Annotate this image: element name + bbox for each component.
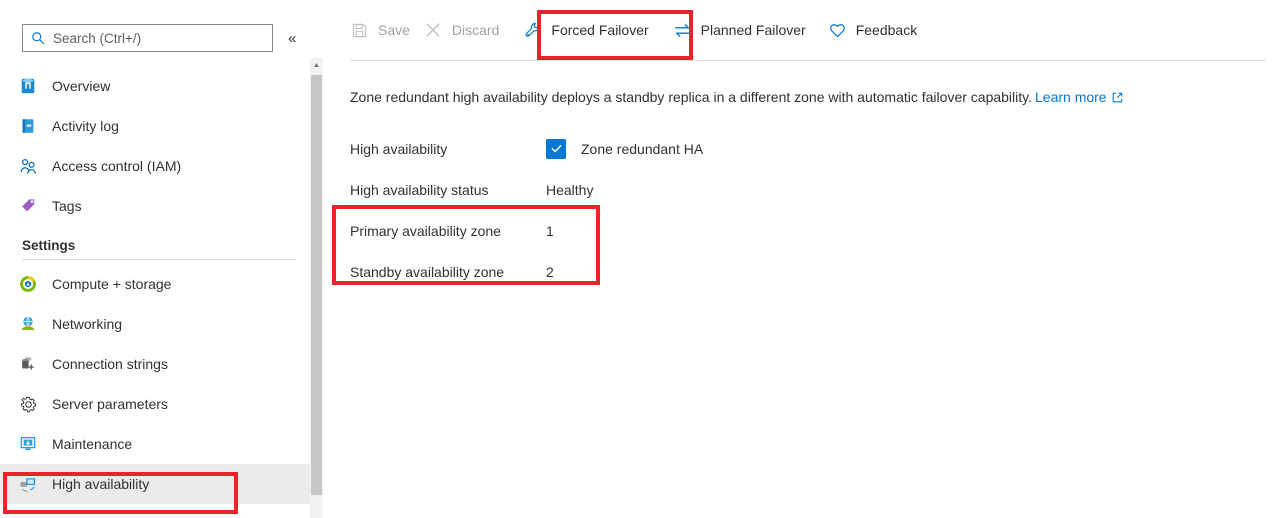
field-value: 2	[546, 263, 554, 280]
access-control-icon	[18, 156, 38, 176]
sidebar-item-activity-log[interactable]: Activity log	[0, 106, 310, 146]
connection-strings-icon	[18, 354, 38, 374]
toolbar-item-label: Planned Failover	[700, 22, 806, 38]
status-value: Healthy	[546, 181, 594, 198]
high-availability-icon	[18, 474, 38, 494]
forced-failover-button[interactable]: Forced Failover	[523, 12, 649, 48]
toolbar-item-label: Discard	[451, 22, 500, 38]
sidebar-item-label: Activity log	[52, 118, 119, 134]
field-value: 1	[546, 222, 554, 239]
swap-arrows-icon	[673, 21, 692, 40]
checkbox-label: Zone redundant HA	[581, 140, 704, 157]
sidebar-scrollbar[interactable]: ▲	[310, 58, 323, 518]
sidebar-item-compute-storage[interactable]: Compute + storage	[0, 264, 310, 304]
collapse-sidebar-button[interactable]: «	[283, 27, 302, 49]
sidebar-nav: Overview Activity log Access control (IA…	[0, 66, 310, 504]
sidebar-item-label: Tags	[52, 198, 82, 214]
scroll-up-arrow-icon[interactable]: ▲	[310, 58, 323, 72]
learn-more-link[interactable]: Learn more	[1035, 89, 1107, 105]
save-button[interactable]: Save	[350, 12, 410, 48]
sidebar-item-server-parameters[interactable]: Server parameters	[0, 384, 310, 424]
search-box[interactable]	[22, 24, 273, 52]
heart-icon	[828, 21, 847, 40]
save-icon	[350, 21, 369, 40]
sidebar-group-divider	[22, 259, 296, 260]
sidebar-item-label: Maintenance	[52, 436, 133, 452]
high-availability-form: High availability Zone redundant HA High…	[350, 128, 703, 292]
compute-storage-icon	[18, 274, 38, 294]
command-toolbar: Save Discard Forced Failover Planned Fai…	[324, 0, 1283, 60]
zone-redundant-ha-checkbox[interactable]	[546, 138, 566, 159]
planned-failover-button[interactable]: Planned Failover	[673, 12, 806, 48]
form-row-standby-availability-zone: Standby availability zone 2	[350, 251, 703, 292]
sidebar-item-label: Server parameters	[52, 396, 168, 412]
gear-icon	[18, 394, 38, 414]
azure-portal-high-availability-page: « Overview	[0, 0, 1283, 518]
sidebar-item-label: Overview	[52, 78, 111, 94]
field-label: High availability	[350, 140, 448, 157]
wrench-icon	[523, 21, 542, 40]
resource-menu-sidebar: « Overview	[0, 0, 310, 518]
form-row-primary-availability-zone: Primary availability zone 1	[350, 210, 703, 251]
description-text: Zone redundant high availability deploys…	[350, 87, 1123, 107]
networking-icon	[18, 314, 38, 334]
form-row-high-availability: High availability Zone redundant HA	[350, 128, 703, 169]
sidebar-item-label: High availability	[52, 476, 150, 492]
discard-button[interactable]: Discard	[424, 12, 499, 48]
field-label: Primary availability zone	[350, 222, 501, 239]
sidebar-item-access-control[interactable]: Access control (IAM)	[0, 146, 310, 186]
scrollbar-thumb[interactable]	[311, 75, 322, 495]
form-row-high-availability-status: High availability status Healthy	[350, 169, 703, 210]
external-link-icon	[1112, 88, 1123, 103]
tag-icon	[18, 196, 38, 216]
sidebar-item-networking[interactable]: Networking	[0, 304, 310, 344]
sidebar-item-connection-strings[interactable]: Connection strings	[0, 344, 310, 384]
toolbar-item-label: Save	[378, 22, 410, 38]
sidebar-item-label: Networking	[52, 316, 123, 332]
sidebar-item-high-availability[interactable]: High availability	[0, 464, 310, 504]
sidebar-item-overview[interactable]: Overview	[0, 66, 310, 106]
sidebar-search-row: «	[22, 24, 302, 52]
search-icon	[31, 31, 45, 45]
sidebar-item-label: Access control (IAM)	[52, 158, 182, 174]
sidebar-group-heading-settings: Settings	[22, 238, 76, 253]
search-input[interactable]	[53, 30, 264, 46]
description-sentence: Zone redundant high availability deploys…	[350, 89, 1032, 105]
toolbar-item-label: Forced Failover	[551, 22, 649, 38]
sidebar-item-tags[interactable]: Tags	[0, 186, 310, 226]
toolbar-item-label: Feedback	[855, 22, 918, 38]
activity-log-icon	[18, 116, 38, 136]
sidebar-item-label: Connection strings	[52, 356, 168, 372]
sidebar-item-label: Compute + storage	[52, 276, 172, 292]
maintenance-icon	[18, 434, 38, 454]
field-label: High availability status	[350, 181, 489, 198]
database-icon	[18, 76, 38, 96]
toolbar-divider	[350, 60, 1266, 61]
main-content-pane: Save Discard Forced Failover Planned Fai…	[324, 0, 1283, 518]
sidebar-item-maintenance[interactable]: Maintenance	[0, 424, 310, 464]
field-value: Zone redundant HA	[546, 138, 704, 159]
feedback-button[interactable]: Feedback	[828, 12, 917, 48]
discard-icon	[424, 21, 443, 40]
field-label: Standby availability zone	[350, 263, 505, 280]
